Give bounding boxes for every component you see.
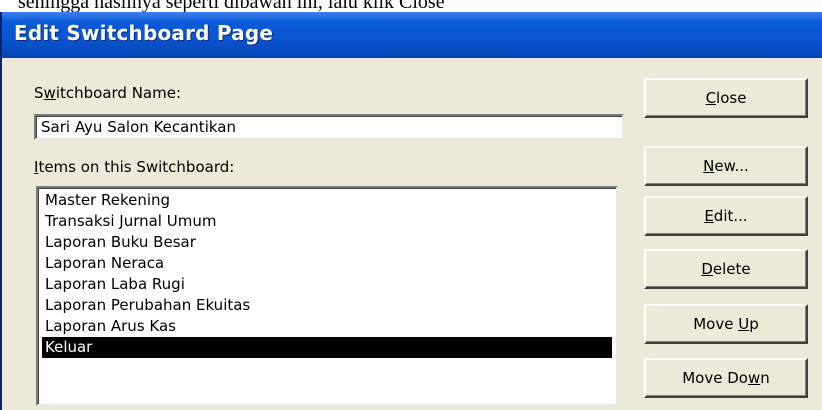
switchboard-name-label: Switchboard Name: bbox=[34, 84, 182, 102]
list-item[interactable]: Laporan Arus Kas bbox=[42, 316, 612, 337]
dialog-title: Edit Switchboard Page bbox=[14, 21, 274, 45]
delete-button[interactable]: Delete bbox=[644, 249, 808, 289]
list-item[interactable]: Laporan Neraca bbox=[42, 253, 612, 274]
list-item[interactable]: Keluar bbox=[42, 337, 612, 358]
close-button[interactable]: Close bbox=[644, 78, 808, 118]
move-down-button[interactable]: Move Down bbox=[644, 358, 808, 398]
items-label: Items on this Switchboard: bbox=[34, 158, 235, 176]
list-item[interactable]: Laporan Buku Besar bbox=[42, 232, 612, 253]
list-item[interactable]: Laporan Perubahan Ekuitas bbox=[42, 295, 612, 316]
list-item[interactable]: Laporan Laba Rugi bbox=[42, 274, 612, 295]
title-bar[interactable]: Edit Switchboard Page bbox=[2, 12, 822, 58]
move-up-button[interactable]: Move Up bbox=[644, 304, 808, 344]
edit-button[interactable]: Edit... bbox=[644, 196, 808, 236]
edit-switchboard-dialog: Edit Switchboard Page Switchboard Name: … bbox=[0, 12, 822, 410]
list-item[interactable]: Transaksi Jurnal Umum bbox=[42, 211, 612, 232]
list-item[interactable]: Master Rekening bbox=[42, 190, 612, 211]
new-button[interactable]: New... bbox=[644, 146, 808, 186]
screenshot: sehingga hasilnya seperti dibawah ini, l… bbox=[0, 0, 822, 410]
switchboard-items-list[interactable]: Master Rekening Transaksi Jurnal Umum Lapo… bbox=[36, 186, 618, 406]
switchboard-name-input[interactable] bbox=[34, 114, 624, 140]
